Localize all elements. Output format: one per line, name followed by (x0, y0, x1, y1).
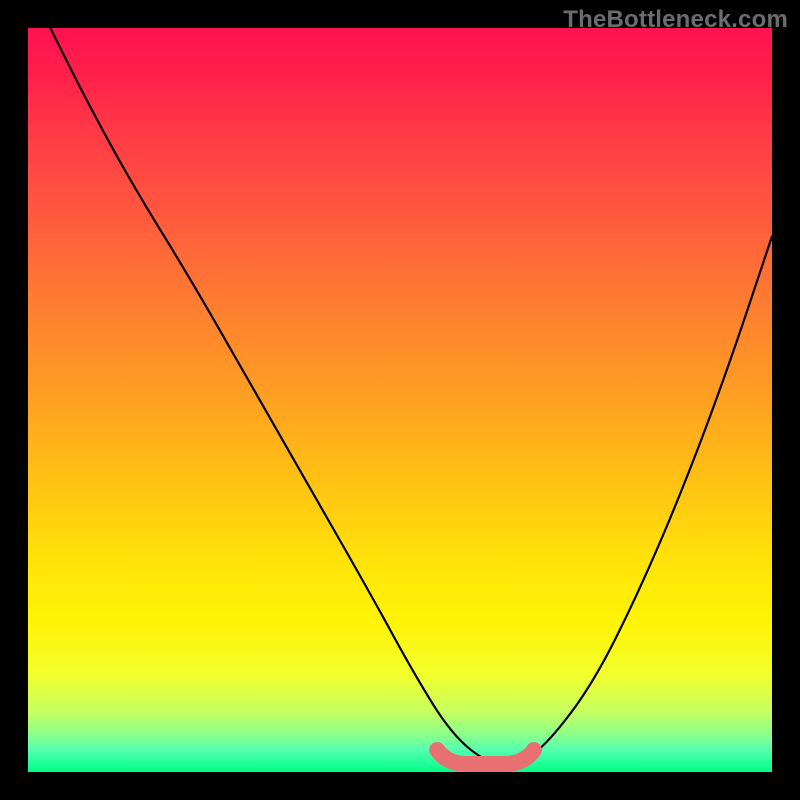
bottleneck-curve (50, 28, 772, 765)
chart-plot-area (28, 28, 772, 772)
minimum-marker (437, 750, 534, 764)
curve-layer (28, 28, 772, 772)
chart-frame: TheBottleneck.com (0, 0, 800, 800)
